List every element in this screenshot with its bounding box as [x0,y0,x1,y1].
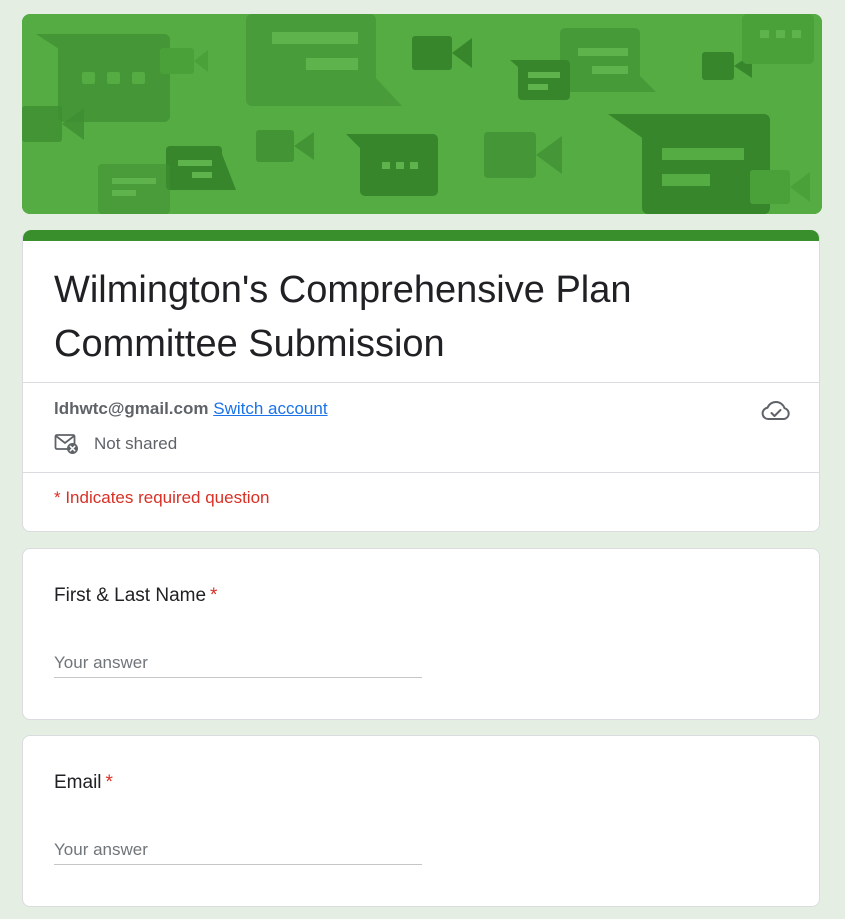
question-card-name: First & Last Name * [22,548,820,720]
accent-bar [23,230,819,241]
required-asterisk: * [210,585,218,606]
question-label: Email * [54,771,113,795]
header-banner [22,14,822,214]
email-answer-input[interactable] [54,836,422,865]
required-asterisk: * [105,772,113,793]
question-card-email: Email * [22,735,820,907]
question-title: First & Last Name [54,585,207,606]
account-email: ldhwtc@gmail.com [54,399,209,418]
mail-not-shared-icon [54,434,78,454]
question-title: Email [54,772,102,793]
shared-status-text: Not shared [94,434,178,453]
banner-illustration [22,14,822,214]
cloud-check-icon[interactable] [761,400,791,422]
form-title: Wilmington's Comprehensive Plan Committe… [54,269,632,365]
required-note: * Indicates required question [54,488,270,507]
switch-account-link[interactable]: Switch account [213,399,327,418]
account-row: ldhwtc@gmail.com Switch account [54,398,328,420]
divider [23,382,819,383]
shared-status-row: Not shared [54,433,177,455]
form-header-card: Wilmington's Comprehensive Plan Committe… [22,230,820,532]
question-label: First & Last Name * [54,584,217,608]
divider [23,472,819,473]
name-answer-input[interactable] [54,649,422,678]
